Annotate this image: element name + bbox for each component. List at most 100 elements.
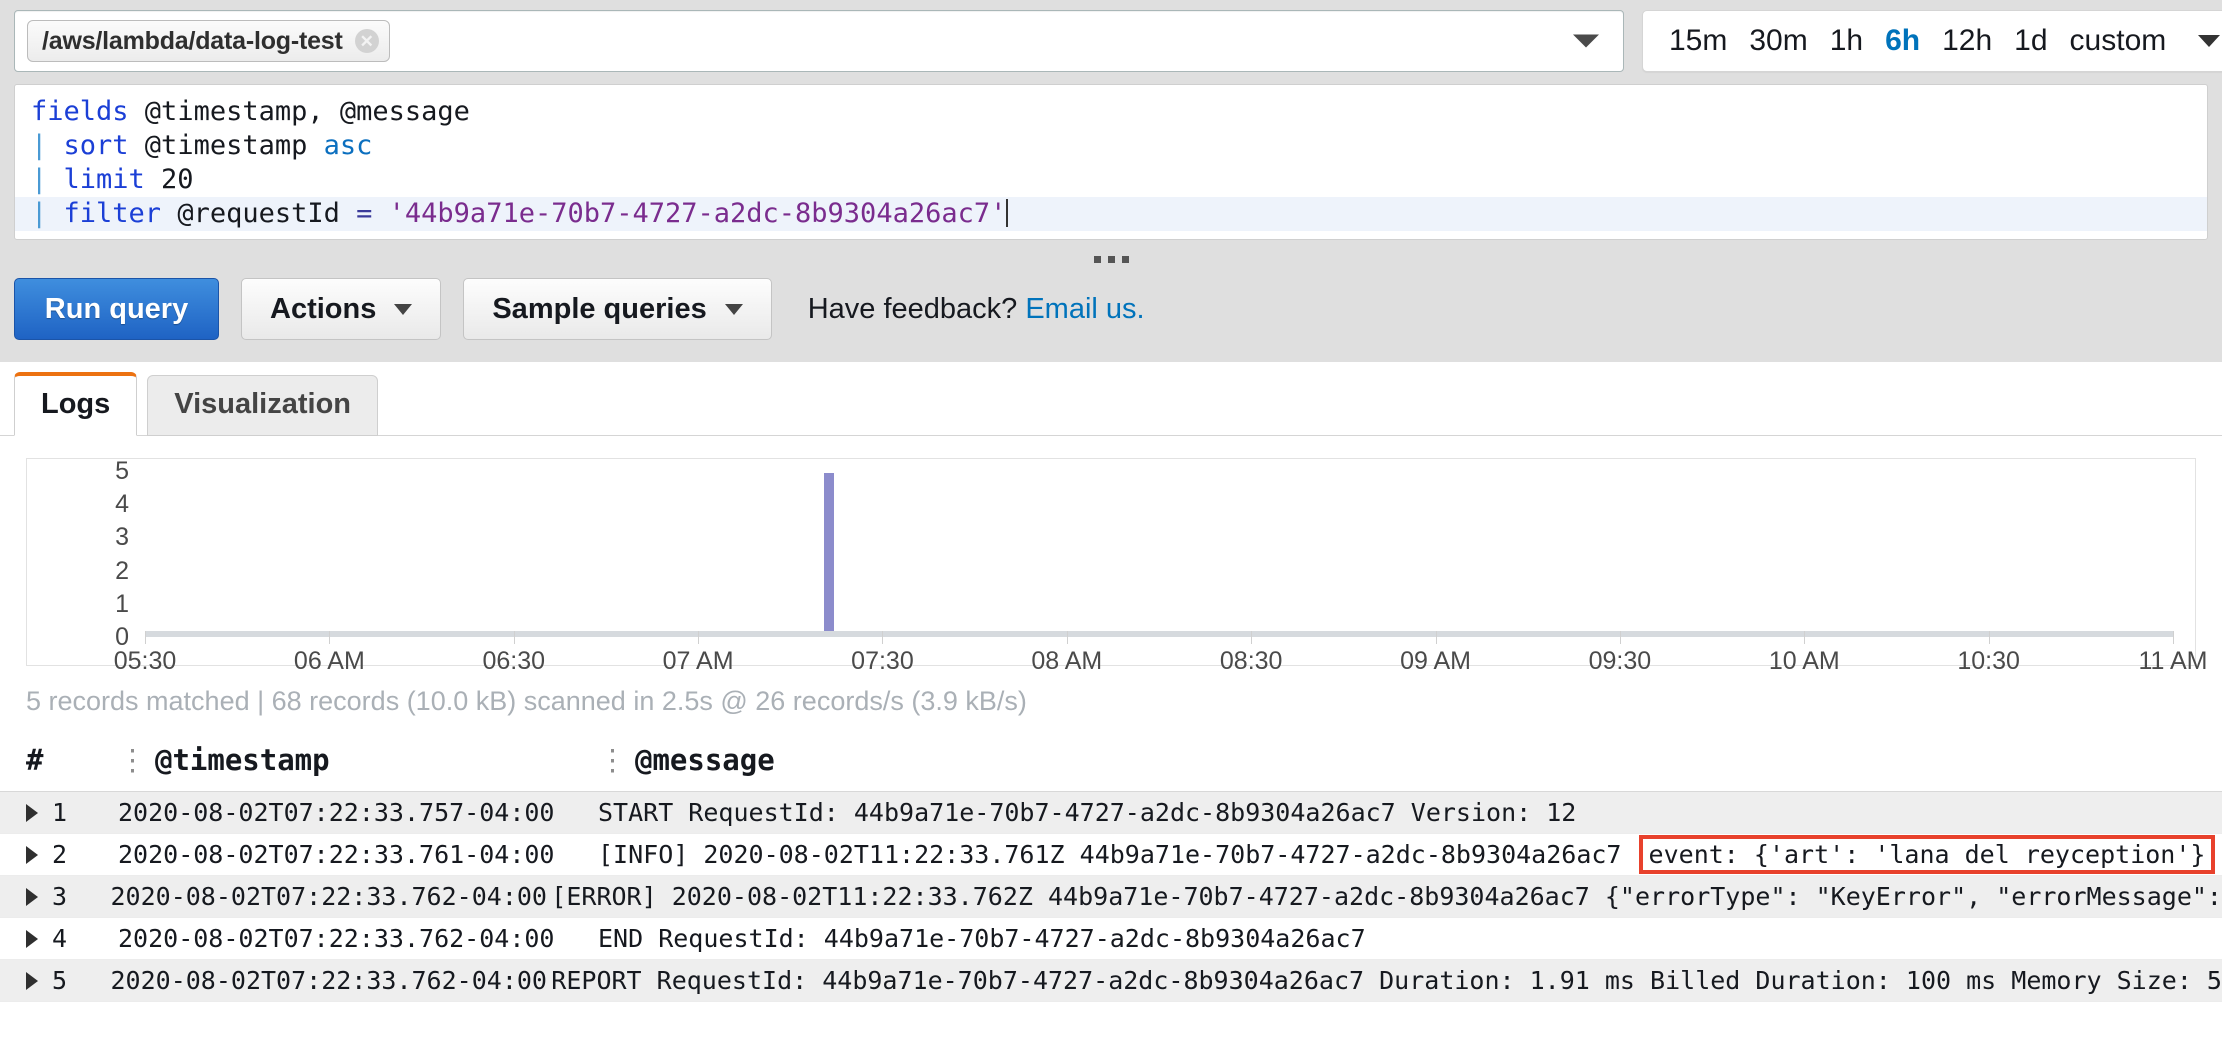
- results-histogram-chart: 05:3006 AM06:3007 AM07:3008 AM08:3009 AM…: [26, 458, 2196, 666]
- column-header-timestamp[interactable]: ⋮@timestamp: [118, 743, 598, 777]
- chart-y-tick: 1: [99, 590, 129, 619]
- query-line-2[interactable]: | sort @timestamp asc: [15, 129, 2207, 163]
- chart-x-tick: [1804, 631, 1805, 644]
- highlight-annotation: event: {'art': 'lana del reyception'}: [1639, 835, 2216, 874]
- results-table-header: # ⋮@timestamp ⋮@message: [0, 743, 2222, 792]
- chart-x-tick-label: 10 AM: [1769, 647, 1840, 676]
- query-editor[interactable]: fields @timestamp, @message | sort @time…: [14, 84, 2208, 240]
- chart-x-tick-label: 07:30: [851, 647, 914, 676]
- column-header-message-label: @message: [635, 743, 775, 777]
- chevron-down-icon: [725, 304, 743, 315]
- query-text: @timestamp, @message: [129, 96, 470, 127]
- actions-button[interactable]: Actions: [241, 278, 441, 340]
- query-pipe: |: [31, 164, 64, 195]
- query-string-literal: '44b9a71e-70b7-4727-a2dc-8b9304a26ac7': [389, 198, 1007, 229]
- run-query-label: Run query: [45, 293, 188, 326]
- row-timestamp: 2020-08-02T07:22:33.762-04:00: [118, 924, 598, 953]
- chart-x-tick: [514, 631, 515, 644]
- query-line-4[interactable]: | filter @requestId = '44b9a71e-70b7-472…: [15, 197, 2207, 231]
- query-line-1[interactable]: fields @timestamp, @message: [15, 95, 2207, 129]
- time-range-6h[interactable]: 6h: [1885, 24, 1920, 58]
- table-row[interactable]: 52020-08-02T07:22:33.762-04:00REPORT Req…: [0, 960, 2222, 1002]
- chart-inner: 05:3006 AM06:3007 AM07:3008 AM08:3009 AM…: [27, 459, 2195, 665]
- query-editor-container: fields @timestamp, @message | sort @time…: [0, 84, 2222, 240]
- close-icon[interactable]: ✕: [355, 29, 379, 53]
- expand-row-icon[interactable]: [26, 846, 38, 864]
- time-range-selector[interactable]: 15m 30m 1h 6h 12h 1d custom: [1642, 10, 2222, 72]
- log-group-pill[interactable]: /aws/lambda/data-log-test ✕: [27, 20, 390, 62]
- chart-x-tick: [698, 631, 699, 644]
- row-message-text: [ERROR] 2020-08-02T11:22:33.762Z 44b9a71…: [551, 882, 2222, 911]
- chart-x-tick: [1251, 631, 1252, 644]
- tab-logs-label: Logs: [41, 388, 110, 420]
- query-pipe: |: [31, 198, 64, 229]
- column-header-message[interactable]: ⋮@message: [598, 743, 2222, 777]
- tab-visualization[interactable]: Visualization: [147, 375, 378, 436]
- column-header-number: #: [0, 743, 118, 777]
- chart-x-tick: [145, 631, 146, 644]
- time-range-custom[interactable]: custom: [2070, 24, 2167, 58]
- drag-dots-icon: [1094, 256, 1129, 263]
- chevron-down-icon: [394, 304, 412, 315]
- row-number: 1: [52, 798, 67, 827]
- column-grip-icon[interactable]: ⋮: [598, 743, 627, 777]
- chart-y-tick: 4: [99, 490, 129, 519]
- time-range-15m[interactable]: 15m: [1669, 24, 1727, 58]
- chart-x-tick: [882, 631, 883, 644]
- chart-x-tick-label: 07 AM: [663, 647, 734, 676]
- chart-bar: [824, 473, 834, 631]
- row-number-cell: 3: [0, 882, 110, 911]
- time-range-12h[interactable]: 12h: [1942, 24, 1992, 58]
- row-message: [INFO] 2020-08-02T11:22:33.761Z 44b9a71e…: [598, 835, 2222, 874]
- chart-x-tick: [2173, 631, 2174, 644]
- expand-row-icon[interactable]: [26, 972, 38, 990]
- chart-x-tick: [1989, 631, 1990, 644]
- results-table-body: 1 2020-08-02T07:22:33.757-04:00START Requ…: [0, 792, 2222, 1002]
- query-keyword: limit: [64, 164, 145, 195]
- table-row[interactable]: 22020-08-02T07:22:33.761-04:00[INFO] 202…: [0, 834, 2222, 876]
- email-us-link[interactable]: Email us.: [1025, 293, 1144, 325]
- chevron-down-icon[interactable]: [2198, 35, 2220, 47]
- row-timestamp: 2020-08-02T07:22:33.757-04:00: [118, 798, 598, 827]
- row-message-text: END RequestId: 44b9a71e-70b7-4727-a2dc-8…: [598, 924, 1366, 953]
- query-keyword: sort: [64, 130, 129, 161]
- query-pipe: |: [31, 130, 64, 161]
- time-range-1d[interactable]: 1d: [2014, 24, 2047, 58]
- row-timestamp: 2020-08-02T07:22:33.762-04:00: [110, 882, 551, 911]
- row-timestamp: 2020-08-02T07:22:33.762-04:00: [110, 966, 551, 995]
- row-number-cell: 1: [0, 798, 118, 827]
- actions-label: Actions: [270, 293, 376, 326]
- time-range-30m[interactable]: 30m: [1749, 24, 1807, 58]
- feedback-area: Have feedback?Email us.: [808, 293, 1145, 326]
- query-line-3[interactable]: | limit 20: [15, 163, 2207, 197]
- row-number: 5: [52, 966, 67, 995]
- row-number: 4: [52, 924, 67, 953]
- results-table: # ⋮@timestamp ⋮@message 12020-08-02T07:2…: [0, 743, 2222, 1002]
- chart-plot-area: 05:3006 AM06:3007 AM07:3008 AM08:3009 AM…: [145, 473, 2173, 637]
- results-tabs: Logs Visualization: [0, 362, 2222, 436]
- chart-y-tick: 0: [99, 623, 129, 652]
- chart-x-tick-label: 08 AM: [1031, 647, 1102, 676]
- chart-x-tick-label: 09:30: [1589, 647, 1652, 676]
- row-message: START RequestId: 44b9a71e-70b7-4727-a2dc…: [598, 798, 2222, 827]
- expand-row-icon[interactable]: [26, 930, 38, 948]
- column-grip-icon[interactable]: ⋮: [118, 743, 147, 777]
- row-message: [ERROR] 2020-08-02T11:22:33.762Z 44b9a71…: [551, 882, 2222, 911]
- tab-logs[interactable]: Logs: [14, 372, 137, 436]
- run-query-button[interactable]: Run query: [14, 278, 219, 340]
- editor-resize-handle[interactable]: [0, 240, 2222, 278]
- time-range-1h[interactable]: 1h: [1830, 24, 1863, 58]
- expand-row-icon[interactable]: [26, 804, 38, 822]
- chart-x-tick: [1436, 631, 1437, 644]
- table-row[interactable]: 1 2020-08-02T07:22:33.757-04:00START Requ…: [0, 792, 2222, 834]
- table-row[interactable]: 32020-08-02T07:22:33.762-04:00[ERROR] 20…: [0, 876, 2222, 918]
- chart-x-tick-label: 06:30: [482, 647, 545, 676]
- expand-row-icon[interactable]: [26, 888, 38, 906]
- sample-queries-button[interactable]: Sample queries: [463, 278, 771, 340]
- table-row[interactable]: 4 2020-08-02T07:22:33.762-04:00END Reques…: [0, 918, 2222, 960]
- log-group-selector[interactable]: /aws/lambda/data-log-test ✕: [14, 10, 1624, 72]
- chart-x-tick: [1620, 631, 1621, 644]
- chart-x-tick: [1067, 631, 1068, 644]
- chart-y-tick: 3: [99, 523, 129, 552]
- chevron-down-icon[interactable]: [1573, 35, 1599, 48]
